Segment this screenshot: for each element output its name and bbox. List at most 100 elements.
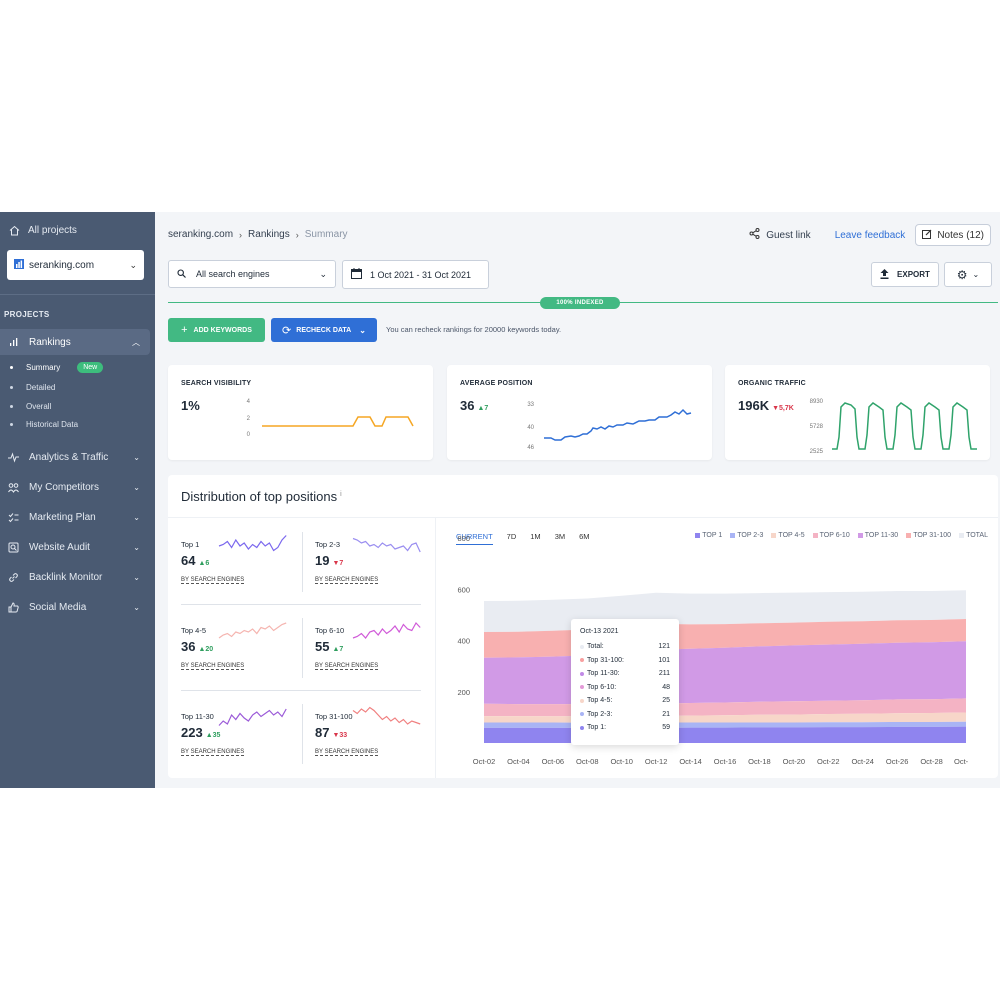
visibility-line bbox=[262, 416, 414, 427]
sidebar: All projects seranking.com ⌄ PROJECTS Ra… bbox=[0, 212, 155, 788]
by-search-engines-link[interactable]: BY SEARCH ENGINES bbox=[181, 663, 245, 670]
sidebar-subitem-historical-data[interactable]: Historical Data bbox=[10, 420, 78, 429]
by-search-engines-link[interactable]: BY SEARCH ENGINES bbox=[181, 577, 245, 584]
project-name: seranking.com bbox=[29, 259, 95, 271]
y-tick: 5728 bbox=[810, 424, 824, 430]
by-search-engines-link[interactable]: BY SEARCH ENGINES bbox=[315, 663, 379, 670]
sidebar-subitem-detailed[interactable]: Detailed bbox=[10, 383, 55, 392]
date-range-picker[interactable]: 1 Oct 2021 - 31 Oct 2021 bbox=[342, 260, 489, 289]
mini-card[interactable]: Top 4-5 36 ▲20 BY SEARCH ENGINES bbox=[181, 618, 306, 690]
sidebar-subitem-summary[interactable]: Summary New bbox=[10, 362, 104, 373]
sidebar-item-rankings[interactable]: Rankings ︿ bbox=[0, 329, 150, 355]
mini-card[interactable]: Top 11-30 223 ▲35 BY SEARCH ENGINES bbox=[181, 704, 306, 776]
area-series bbox=[484, 726, 966, 743]
y-tick: 33 bbox=[527, 402, 534, 408]
sidebar-item-analytics-traffic[interactable]: Analytics & Traffic ⌄ bbox=[0, 446, 150, 468]
sidebar-item-social-media[interactable]: Social Media ⌄ bbox=[0, 596, 150, 618]
gear-icon: ⚙ bbox=[956, 267, 968, 282]
tooltip-label: Top 6-10: bbox=[587, 683, 617, 691]
tooltip-value: 211 bbox=[658, 670, 670, 677]
leave-feedback-link[interactable]: Leave feedback bbox=[835, 230, 906, 241]
organic-traffic-line bbox=[832, 402, 977, 450]
notes-button[interactable]: Notes (12) bbox=[915, 224, 991, 246]
tooltip-row: Top 4-5: 25 bbox=[580, 697, 670, 704]
sidebar-item-label: Analytics & Traffic bbox=[29, 451, 109, 463]
mini-value: 19 ▼7 bbox=[315, 553, 343, 568]
x-tick-label: Oct-18 bbox=[748, 757, 771, 766]
mini-sparkline-line bbox=[218, 535, 287, 552]
x-tick-label: Oct-20 bbox=[783, 757, 806, 766]
mini-sparkline bbox=[218, 708, 287, 726]
mini-sparkline-line bbox=[218, 708, 287, 726]
mini-value-text: 223 bbox=[181, 725, 203, 740]
guest-link-button[interactable]: Guest link bbox=[749, 228, 811, 242]
y-tick: 4 bbox=[247, 399, 251, 405]
kpi-organic-traffic[interactable]: ORGANIC TRAFFIC 196K ▼5,7K 8930 5728 2525 bbox=[725, 365, 990, 460]
all-projects-link[interactable]: All projects bbox=[0, 212, 155, 248]
competitors-icon bbox=[8, 482, 19, 493]
subitem-label: Summary bbox=[26, 363, 61, 372]
x-tick-label: Oct-04 bbox=[507, 757, 530, 766]
mini-value-text: 19 bbox=[315, 553, 330, 568]
info-icon[interactable]: i bbox=[340, 491, 342, 498]
mini-card[interactable]: Top 1 64 ▲6 BY SEARCH ENGINES bbox=[181, 532, 306, 604]
mini-label: Top 2-3 bbox=[315, 540, 341, 549]
settings-button[interactable]: ⚙ ⌄ bbox=[944, 262, 992, 287]
tooltip-dot bbox=[580, 712, 584, 716]
y-tick-label: 400 bbox=[457, 637, 470, 646]
breadcrumb-rankings[interactable]: Rankings bbox=[248, 229, 290, 240]
x-tick-label: Oct-02 bbox=[473, 757, 496, 766]
notes-label: Notes (12) bbox=[937, 229, 984, 241]
avg-position-sparkline: 33 40 46 bbox=[527, 402, 692, 451]
projects-section-label: PROJECTS bbox=[4, 310, 50, 319]
sidebar-item-label: Marketing Plan bbox=[29, 511, 96, 523]
mini-card[interactable]: Top 2-3 19 ▼7 BY SEARCH ENGINES bbox=[315, 532, 440, 604]
mini-value: 223 ▲35 bbox=[181, 725, 220, 740]
delta-value: 7 bbox=[339, 646, 344, 653]
chevron-down-icon: ⌄ bbox=[133, 512, 140, 522]
x-tick-label: Oct-22 bbox=[817, 757, 840, 766]
delta-value: 33 bbox=[339, 732, 348, 739]
distribution-title: Distribution of top positions i bbox=[181, 489, 342, 504]
sidebar-item-my-competitors[interactable]: My Competitors ⌄ bbox=[0, 476, 150, 498]
tooltip-row: Top 2-3: 21 bbox=[580, 711, 670, 718]
mini-sparkline bbox=[352, 537, 421, 553]
sidebar-item-backlink-monitor[interactable]: Backlink Monitor ⌄ bbox=[0, 566, 150, 588]
chart-tooltip: Oct-13 2021 Total: 121 Top 31-100: 101 Top 1… bbox=[571, 619, 679, 745]
breadcrumb-project[interactable]: seranking.com bbox=[168, 229, 233, 240]
delta-value: 35 bbox=[212, 732, 221, 739]
mini-card[interactable]: Top 6-10 55 ▲7 BY SEARCH ENGINES bbox=[315, 618, 440, 690]
tooltip-row: Top 11-30: 211 bbox=[580, 670, 670, 677]
search-engine-select[interactable]: All search engines ⌄ bbox=[168, 260, 336, 288]
kpi-search-visibility[interactable]: SEARCH VISIBILITY 1% 4 2 0 bbox=[168, 365, 433, 460]
x-tick-label: Oct-14 bbox=[679, 757, 702, 766]
export-button[interactable]: EXPORT bbox=[871, 262, 939, 287]
mini-value: 87 ▼33 bbox=[315, 725, 347, 740]
recheck-data-button[interactable]: ⟳ RECHECK DATA ⌄ bbox=[271, 318, 377, 342]
by-search-engines-link[interactable]: BY SEARCH ENGINES bbox=[315, 749, 379, 756]
mini-sparkline-line bbox=[352, 537, 421, 553]
y-tick: 0 bbox=[247, 432, 251, 438]
sidebar-subitem-overall[interactable]: Overall bbox=[10, 402, 51, 411]
mini-card[interactable]: Top 31-100 87 ▼33 BY SEARCH ENGINES bbox=[315, 704, 440, 776]
sidebar-item-marketing-plan[interactable]: Marketing Plan ⌄ bbox=[0, 506, 150, 528]
sidebar-item-website-audit[interactable]: Website Audit ⌄ bbox=[0, 536, 150, 558]
chevron-down-icon: ⌄ bbox=[129, 259, 137, 270]
chevron-down-icon: ⌄ bbox=[133, 602, 140, 612]
delta-down: ▼33 bbox=[332, 732, 348, 739]
all-projects-label: All projects bbox=[28, 224, 77, 236]
delta-down: ▼7 bbox=[332, 560, 344, 567]
project-select[interactable]: seranking.com ⌄ bbox=[7, 250, 144, 280]
tooltip-dot bbox=[580, 671, 584, 676]
mini-divider bbox=[181, 604, 421, 605]
kpi-average-position[interactable]: AVERAGE POSITION 36 ▲7 33 40 46 bbox=[447, 365, 712, 460]
main-content: seranking.com › Rankings › Summary Guest… bbox=[155, 212, 1000, 788]
avg-position-line bbox=[544, 408, 692, 441]
add-keywords-button[interactable]: + ADD KEYWORDS bbox=[168, 318, 265, 342]
mini-divider bbox=[302, 618, 303, 678]
search-icon bbox=[177, 268, 186, 280]
by-search-engines-link[interactable]: BY SEARCH ENGINES bbox=[181, 749, 245, 756]
rankings-label: Rankings bbox=[29, 336, 71, 348]
by-search-engines-link[interactable]: BY SEARCH ENGINES bbox=[315, 577, 379, 584]
bullet-icon bbox=[10, 366, 13, 369]
